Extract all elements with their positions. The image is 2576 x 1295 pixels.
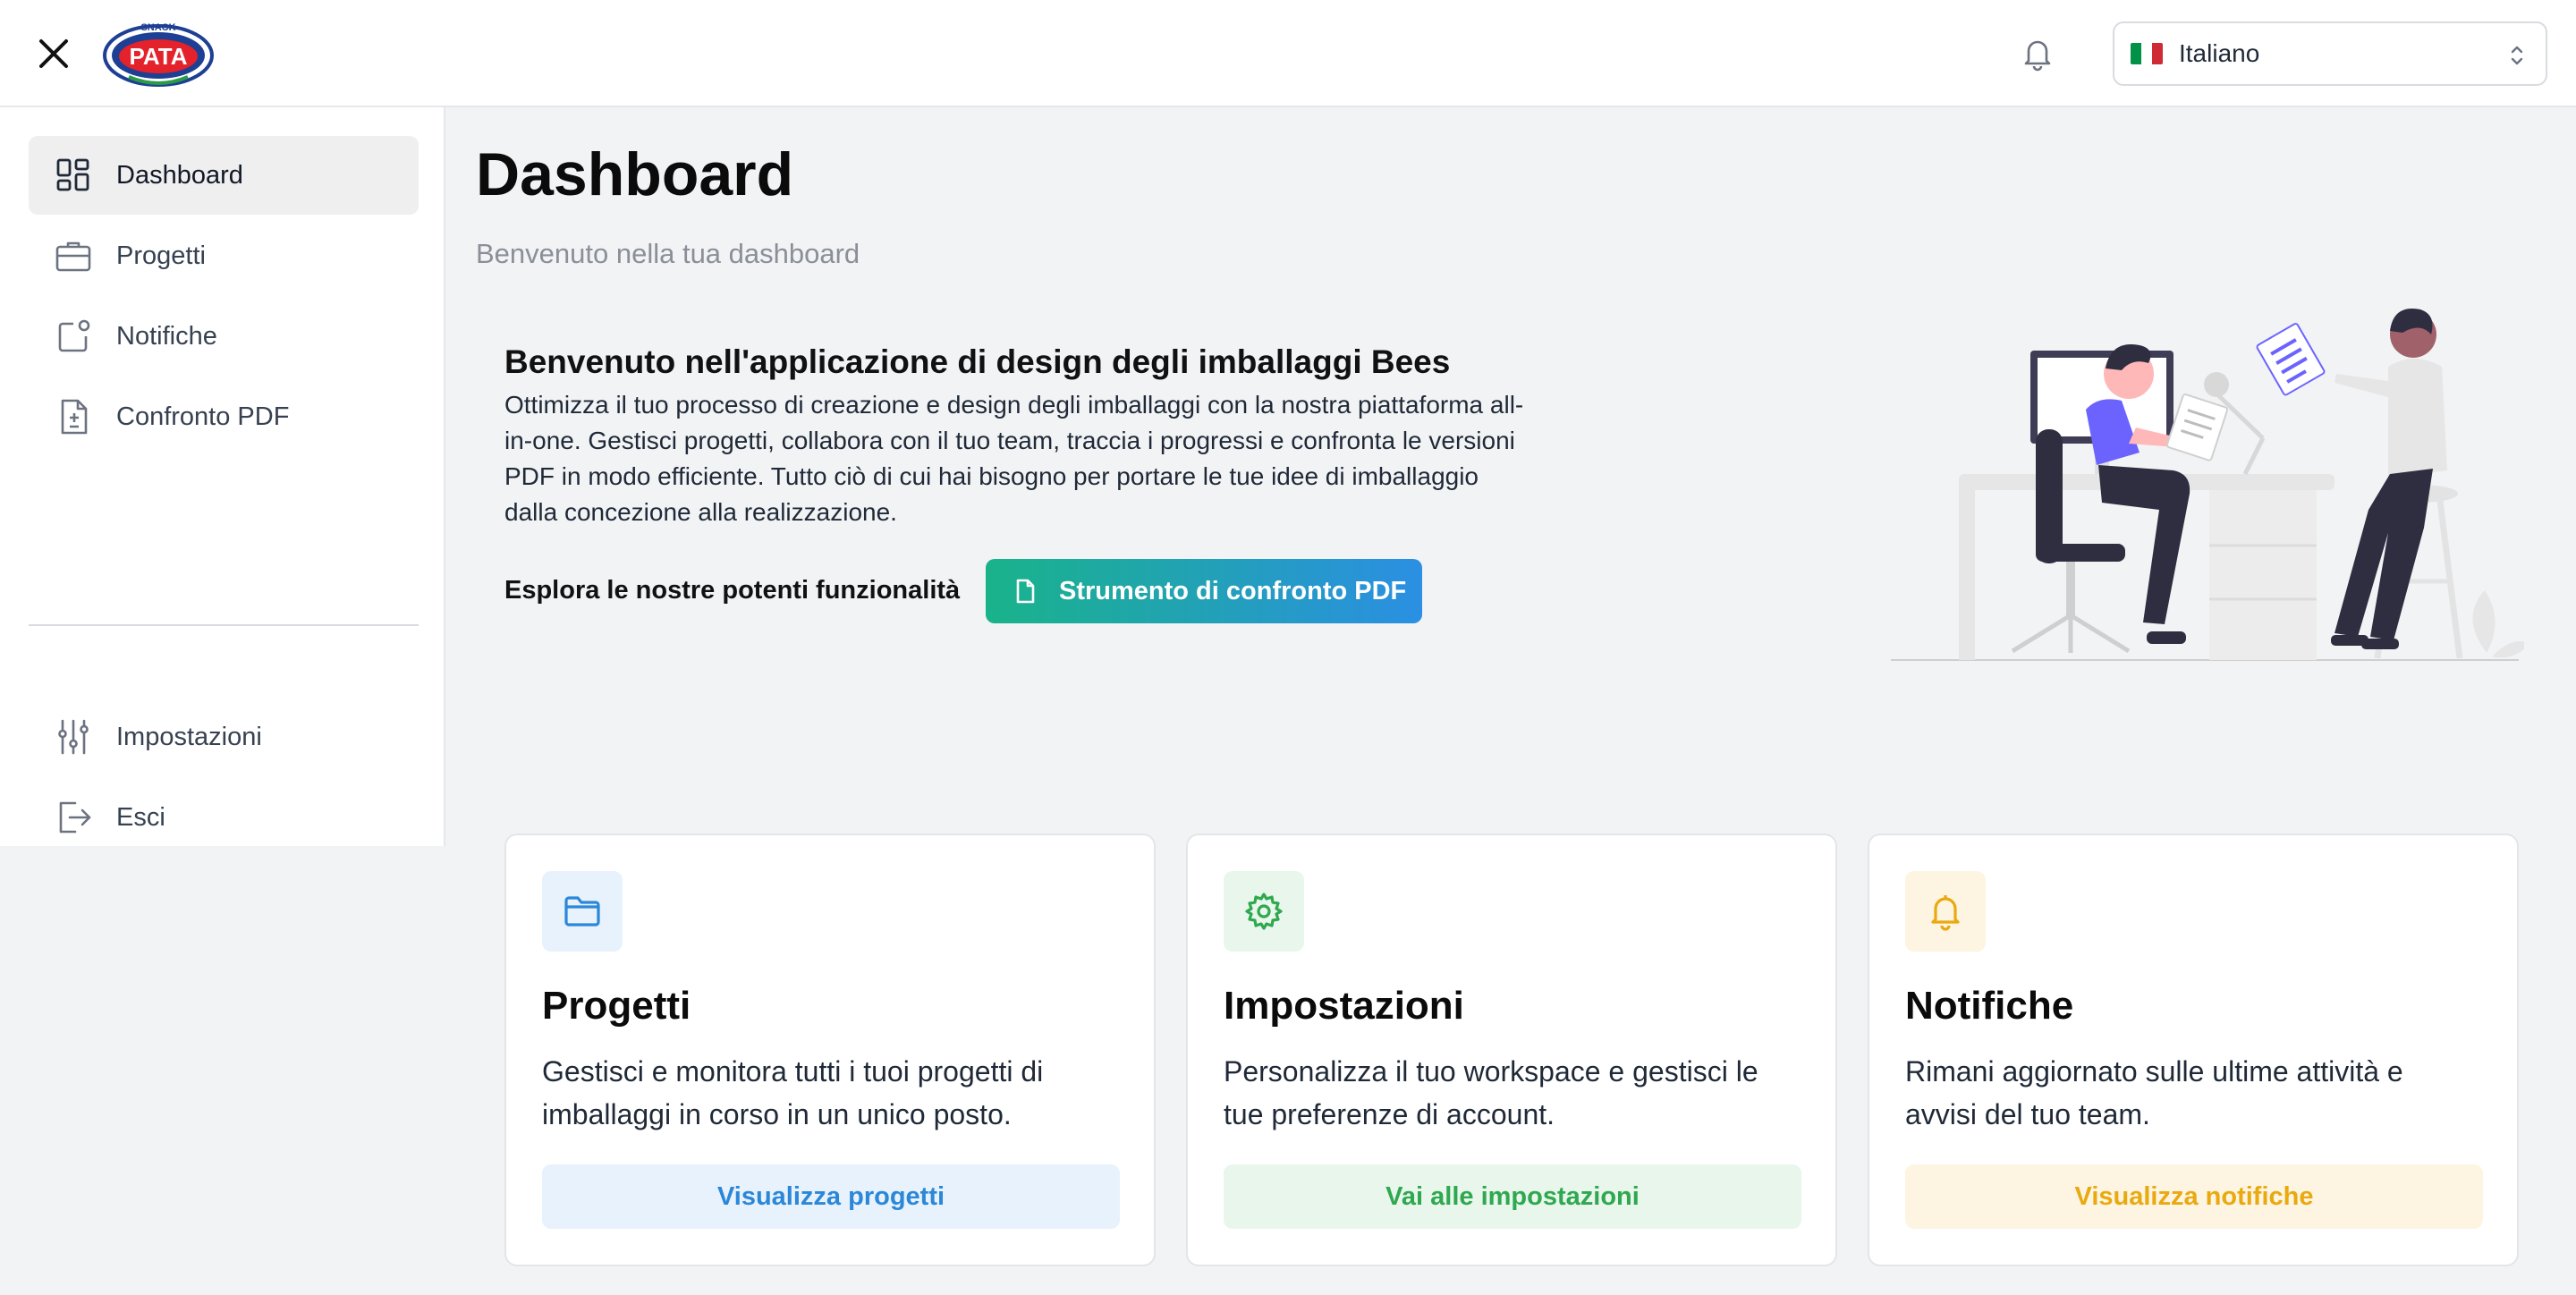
sidebar-item-label: Confronto PDF <box>116 402 290 431</box>
card-desc-line: tue preferenze di account. <box>1224 1098 1555 1130</box>
sidebar: Dashboard Progetti Notifiche Confronto P… <box>0 107 445 846</box>
welcome-line: dalla concezione alla realizzazione. <box>504 498 897 526</box>
sidebar-item-label: Dashboard <box>116 160 243 190</box>
pdf-compare-button[interactable]: Strumento di confronto PDF <box>986 559 1422 623</box>
briefcase-icon <box>55 241 91 272</box>
view-projects-button[interactable]: Visualizza progetti <box>542 1164 1120 1229</box>
go-to-settings-button[interactable]: Vai alle impostazioni <box>1224 1164 1801 1229</box>
language-select[interactable]: Italiano <box>2113 21 2547 86</box>
close-icon[interactable] <box>34 34 73 73</box>
svg-text:PATA: PATA <box>130 43 188 70</box>
sidebar-divider <box>29 624 419 626</box>
italy-flag-icon <box>2131 43 2163 64</box>
card-desc-line: avvisi del tuo team. <box>1905 1098 2150 1130</box>
file-icon <box>1016 579 1035 604</box>
card-desc-line: imballaggi in corso in un unico posto. <box>542 1098 1012 1130</box>
welcome-description: Ottimizza il tuo processo di creazione e… <box>504 387 1578 530</box>
welcome-title: Benvenuto nell'applicazione di design de… <box>504 343 1451 380</box>
dashboard-grid-icon <box>56 158 89 191</box>
sliders-icon <box>58 719 89 755</box>
sidebar-item-label: Impostazioni <box>116 722 262 751</box>
pata-logo: PATA SNACK <box>102 18 215 88</box>
card-description: Gestisci e monitora tutti i tuoi progett… <box>542 1050 1132 1136</box>
workspace-illustration <box>1891 309 2524 661</box>
card-title: Notifiche <box>1905 984 2074 1028</box>
card-desc-line: Gestisci e monitora tutti i tuoi progett… <box>542 1055 1044 1088</box>
welcome-line: Ottimizza il tuo processo di creazione e… <box>504 391 1524 419</box>
pdf-compare-button-label: Strumento di confronto PDF <box>1059 576 1407 605</box>
bell-icon[interactable] <box>2018 34 2057 73</box>
card-impostazioni: Impostazioni Personalizza il tuo workspa… <box>1186 834 1837 1266</box>
sidebar-item-label: Notifiche <box>116 321 217 351</box>
sidebar-item-esci[interactable]: Esci <box>29 778 419 857</box>
language-label: Italiano <box>2179 39 2260 67</box>
folder-icon <box>542 871 623 952</box>
bell-icon <box>1905 871 1986 952</box>
card-desc-line: Rimani aggiornato sulle ultime attività … <box>1905 1055 2403 1088</box>
sidebar-item-label: Progetti <box>116 241 206 270</box>
sidebar-item-confronto-pdf[interactable]: Confronto PDF <box>29 377 419 456</box>
notification-square-icon <box>58 319 90 352</box>
card-title: Progetti <box>542 984 691 1028</box>
card-progetti: Progetti Gestisci e monitora tutti i tuo… <box>504 834 1156 1266</box>
logout-icon <box>59 801 91 834</box>
sidebar-item-notifiche[interactable]: Notifiche <box>29 297 419 376</box>
chevron-up-down-icon <box>2511 46 2523 65</box>
card-desc-line: Personalizza il tuo workspace e gestisci… <box>1224 1055 1758 1088</box>
card-description: Personalizza il tuo workspace e gestisci… <box>1224 1050 1814 1136</box>
gear-icon <box>1224 871 1304 952</box>
welcome-line: in-one. Gestisci progetti, collabora con… <box>504 427 1515 454</box>
file-diff-icon <box>61 399 88 435</box>
sidebar-item-label: Esci <box>116 802 165 832</box>
page-subtitle: Benvenuto nella tua dashboard <box>476 238 860 269</box>
explore-label: Esplora le nostre potenti funzionalità <box>504 576 961 605</box>
svg-text:SNACK: SNACK <box>140 22 175 33</box>
sidebar-item-progetti[interactable]: Progetti <box>29 216 419 295</box>
welcome-line: PDF in modo efficiente. Tutto ciò di cui… <box>504 462 1479 490</box>
top-bar: PATA SNACK Italiano <box>0 0 2576 107</box>
card-title: Impostazioni <box>1224 984 1464 1028</box>
card-description: Rimani aggiornato sulle ultime attività … <box>1905 1050 2496 1136</box>
sidebar-item-impostazioni[interactable]: Impostazioni <box>29 698 419 776</box>
card-notifiche: Notifiche Rimani aggiornato sulle ultime… <box>1868 834 2519 1266</box>
view-notifications-button[interactable]: Visualizza notifiche <box>1905 1164 2483 1229</box>
sidebar-item-dashboard[interactable]: Dashboard <box>29 136 419 215</box>
page-title: Dashboard <box>476 140 794 208</box>
